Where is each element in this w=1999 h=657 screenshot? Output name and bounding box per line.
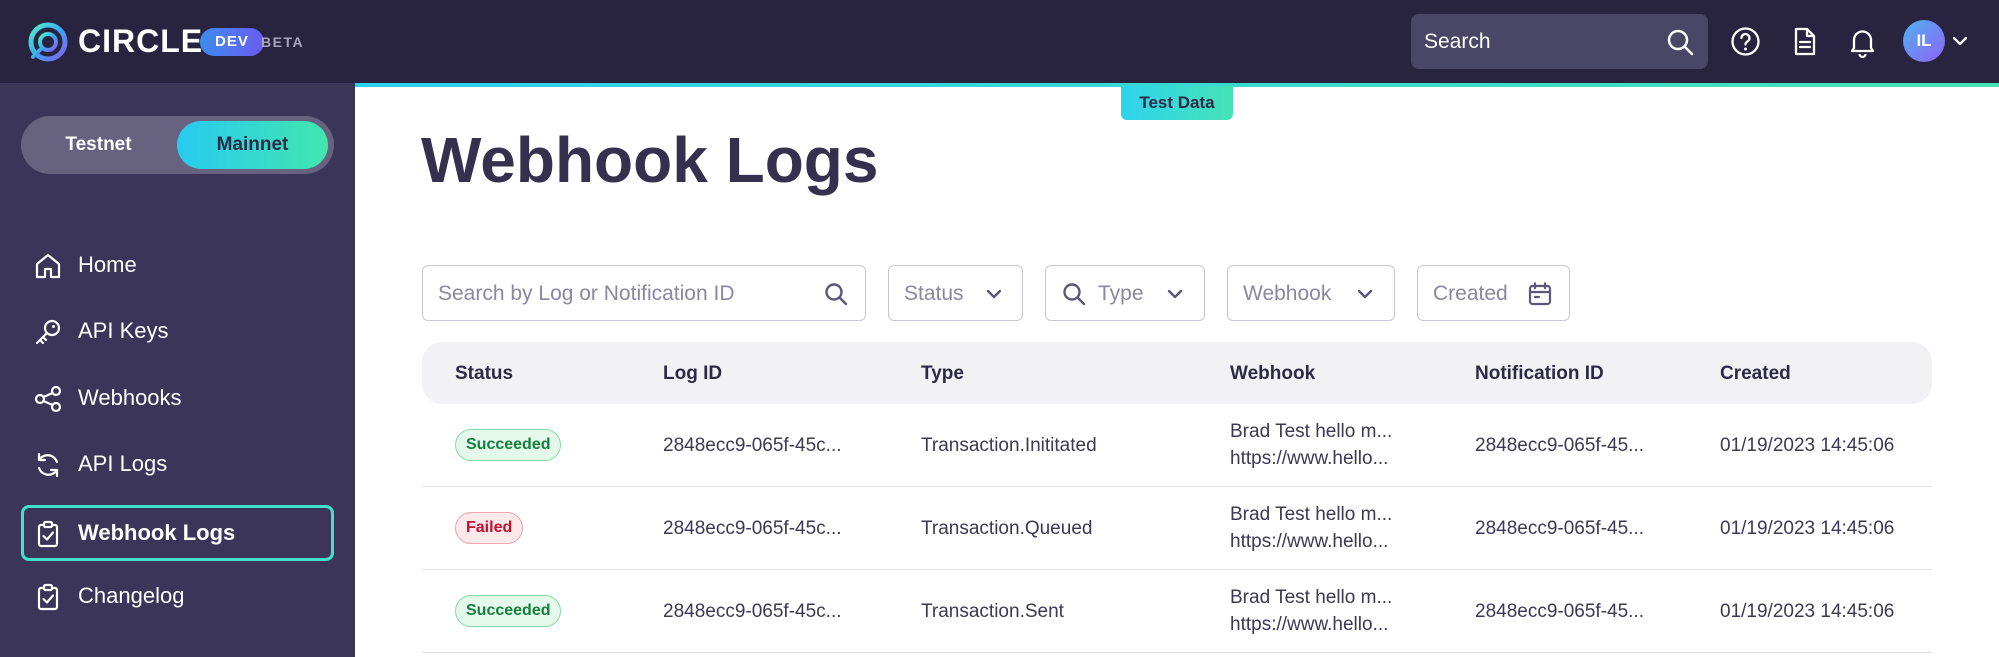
table-header: Status Log ID Type Webhook Notification … bbox=[422, 342, 1932, 404]
type-filter-label: Type bbox=[1098, 282, 1144, 305]
webhook-url-cell: https://www.hello... bbox=[1230, 448, 1389, 469]
test-data-badge: Test Data bbox=[1121, 86, 1233, 120]
chevron-down-icon[interactable] bbox=[1950, 31, 1970, 51]
sidebar: Testnet Mainnet Home API Keys Webhooks A… bbox=[0, 83, 355, 657]
clipboard-check-icon bbox=[37, 520, 59, 548]
log-id-cell: 2848ecc9-065f-45c... bbox=[663, 601, 842, 622]
column-header-notification-id[interactable]: Notification ID bbox=[1475, 363, 1604, 385]
dev-badge: DEV bbox=[200, 28, 264, 56]
status-badge: Succeeded bbox=[455, 595, 562, 627]
webhook-filter-label: Webhook bbox=[1243, 282, 1332, 305]
sidebar-item-changelog[interactable]: Changelog bbox=[21, 568, 334, 624]
sidebar-item-label: Webhook Logs bbox=[78, 520, 236, 545]
status-filter-dropdown[interactable]: Status bbox=[888, 265, 1023, 321]
table-row[interactable]: Failed 2848ecc9-065f-45c... Transaction.… bbox=[422, 487, 1932, 570]
type-cell: Transaction.Queued bbox=[921, 518, 1093, 539]
created-cell: 01/19/2023 14:45:06 bbox=[1720, 435, 1895, 456]
column-header-created[interactable]: Created bbox=[1720, 363, 1791, 385]
user-avatar[interactable]: IL bbox=[1903, 20, 1945, 62]
sidebar-item-home[interactable]: Home bbox=[21, 237, 334, 293]
type-cell: Transaction.Sent bbox=[921, 601, 1064, 622]
circle-logo-icon[interactable] bbox=[27, 21, 69, 63]
global-search-placeholder: Search bbox=[1424, 30, 1491, 53]
status-filter-label: Status bbox=[904, 282, 964, 305]
webhook-name-cell: Brad Test hello m... bbox=[1230, 421, 1393, 442]
notification-id-cell: 2848ecc9-065f-45... bbox=[1475, 601, 1645, 622]
network-toggle[interactable]: Testnet Mainnet bbox=[21, 116, 334, 174]
table-row[interactable]: Succeeded 2848ecc9-065f-45c... Transacti… bbox=[422, 570, 1932, 653]
sidebar-item-label: API Keys bbox=[78, 318, 169, 343]
column-header-status[interactable]: Status bbox=[455, 363, 513, 385]
log-id-cell: 2848ecc9-065f-45c... bbox=[663, 518, 842, 539]
log-id-cell: 2848ecc9-065f-45c... bbox=[663, 435, 842, 456]
chevron-down-icon bbox=[986, 289, 1002, 299]
brand-name: CIRCLE bbox=[78, 23, 204, 59]
type-cell: Transaction.Inititated bbox=[921, 435, 1097, 456]
sidebar-item-label: Changelog bbox=[78, 583, 185, 608]
webhook-name-cell: Brad Test hello m... bbox=[1230, 587, 1393, 608]
bell-icon[interactable] bbox=[1846, 25, 1879, 58]
created-cell: 01/19/2023 14:45:06 bbox=[1720, 518, 1895, 539]
clipboard-check-icon bbox=[37, 583, 59, 611]
sidebar-item-webhooks[interactable]: Webhooks bbox=[21, 370, 334, 426]
document-icon[interactable] bbox=[1788, 25, 1821, 58]
sidebar-item-label: Webhooks bbox=[78, 385, 182, 410]
chevron-down-icon bbox=[1167, 289, 1183, 299]
share-icon bbox=[34, 385, 62, 413]
column-header-webhook[interactable]: Webhook bbox=[1230, 363, 1315, 385]
search-icon[interactable] bbox=[1666, 28, 1694, 56]
table-row[interactable]: Succeeded 2848ecc9-065f-45c... Transacti… bbox=[422, 404, 1932, 487]
log-search-input[interactable]: Search by Log or Notification ID bbox=[422, 265, 866, 321]
status-badge: Succeeded bbox=[455, 429, 562, 461]
sidebar-item-label: API Logs bbox=[78, 451, 168, 476]
chevron-down-icon bbox=[1357, 289, 1373, 299]
webhook-name-cell: Brad Test hello m... bbox=[1230, 504, 1393, 525]
sidebar-item-api-keys[interactable]: API Keys bbox=[21, 303, 334, 359]
search-icon[interactable] bbox=[823, 281, 849, 307]
column-header-type[interactable]: Type bbox=[921, 363, 964, 385]
notification-id-cell: 2848ecc9-065f-45... bbox=[1475, 518, 1645, 539]
created-cell: 01/19/2023 14:45:06 bbox=[1720, 601, 1895, 622]
beta-label: BETA bbox=[261, 34, 305, 50]
sidebar-item-api-logs[interactable]: API Logs bbox=[21, 436, 334, 492]
sidebar-item-label: Home bbox=[78, 252, 137, 277]
calendar-icon bbox=[1528, 282, 1552, 306]
type-filter-dropdown[interactable]: Type bbox=[1045, 265, 1205, 321]
sidebar-item-webhook-logs[interactable]: Webhook Logs bbox=[21, 505, 334, 561]
help-icon[interactable] bbox=[1729, 25, 1762, 58]
status-badge: Failed bbox=[455, 512, 524, 544]
testnet-option[interactable]: Testnet bbox=[21, 116, 176, 174]
created-filter-label: Created bbox=[1433, 282, 1508, 305]
column-header-log-id[interactable]: Log ID bbox=[663, 363, 722, 385]
global-search-input[interactable]: Search bbox=[1411, 14, 1708, 69]
webhook-filter-dropdown[interactable]: Webhook bbox=[1227, 265, 1395, 321]
page-title: Webhook Logs bbox=[421, 124, 879, 196]
created-date-filter[interactable]: Created bbox=[1417, 265, 1570, 321]
webhook-url-cell: https://www.hello... bbox=[1230, 614, 1389, 635]
webhook-url-cell: https://www.hello... bbox=[1230, 531, 1389, 552]
refresh-icon bbox=[37, 452, 59, 478]
notification-id-cell: 2848ecc9-065f-45... bbox=[1475, 435, 1645, 456]
home-icon bbox=[35, 253, 61, 279]
search-icon bbox=[1063, 283, 1086, 306]
log-search-placeholder: Search by Log or Notification ID bbox=[438, 282, 735, 305]
top-bar: CIRCLE DEV BETA Search IL bbox=[0, 0, 1999, 83]
key-icon bbox=[35, 319, 61, 345]
mainnet-option[interactable]: Mainnet bbox=[177, 121, 328, 169]
